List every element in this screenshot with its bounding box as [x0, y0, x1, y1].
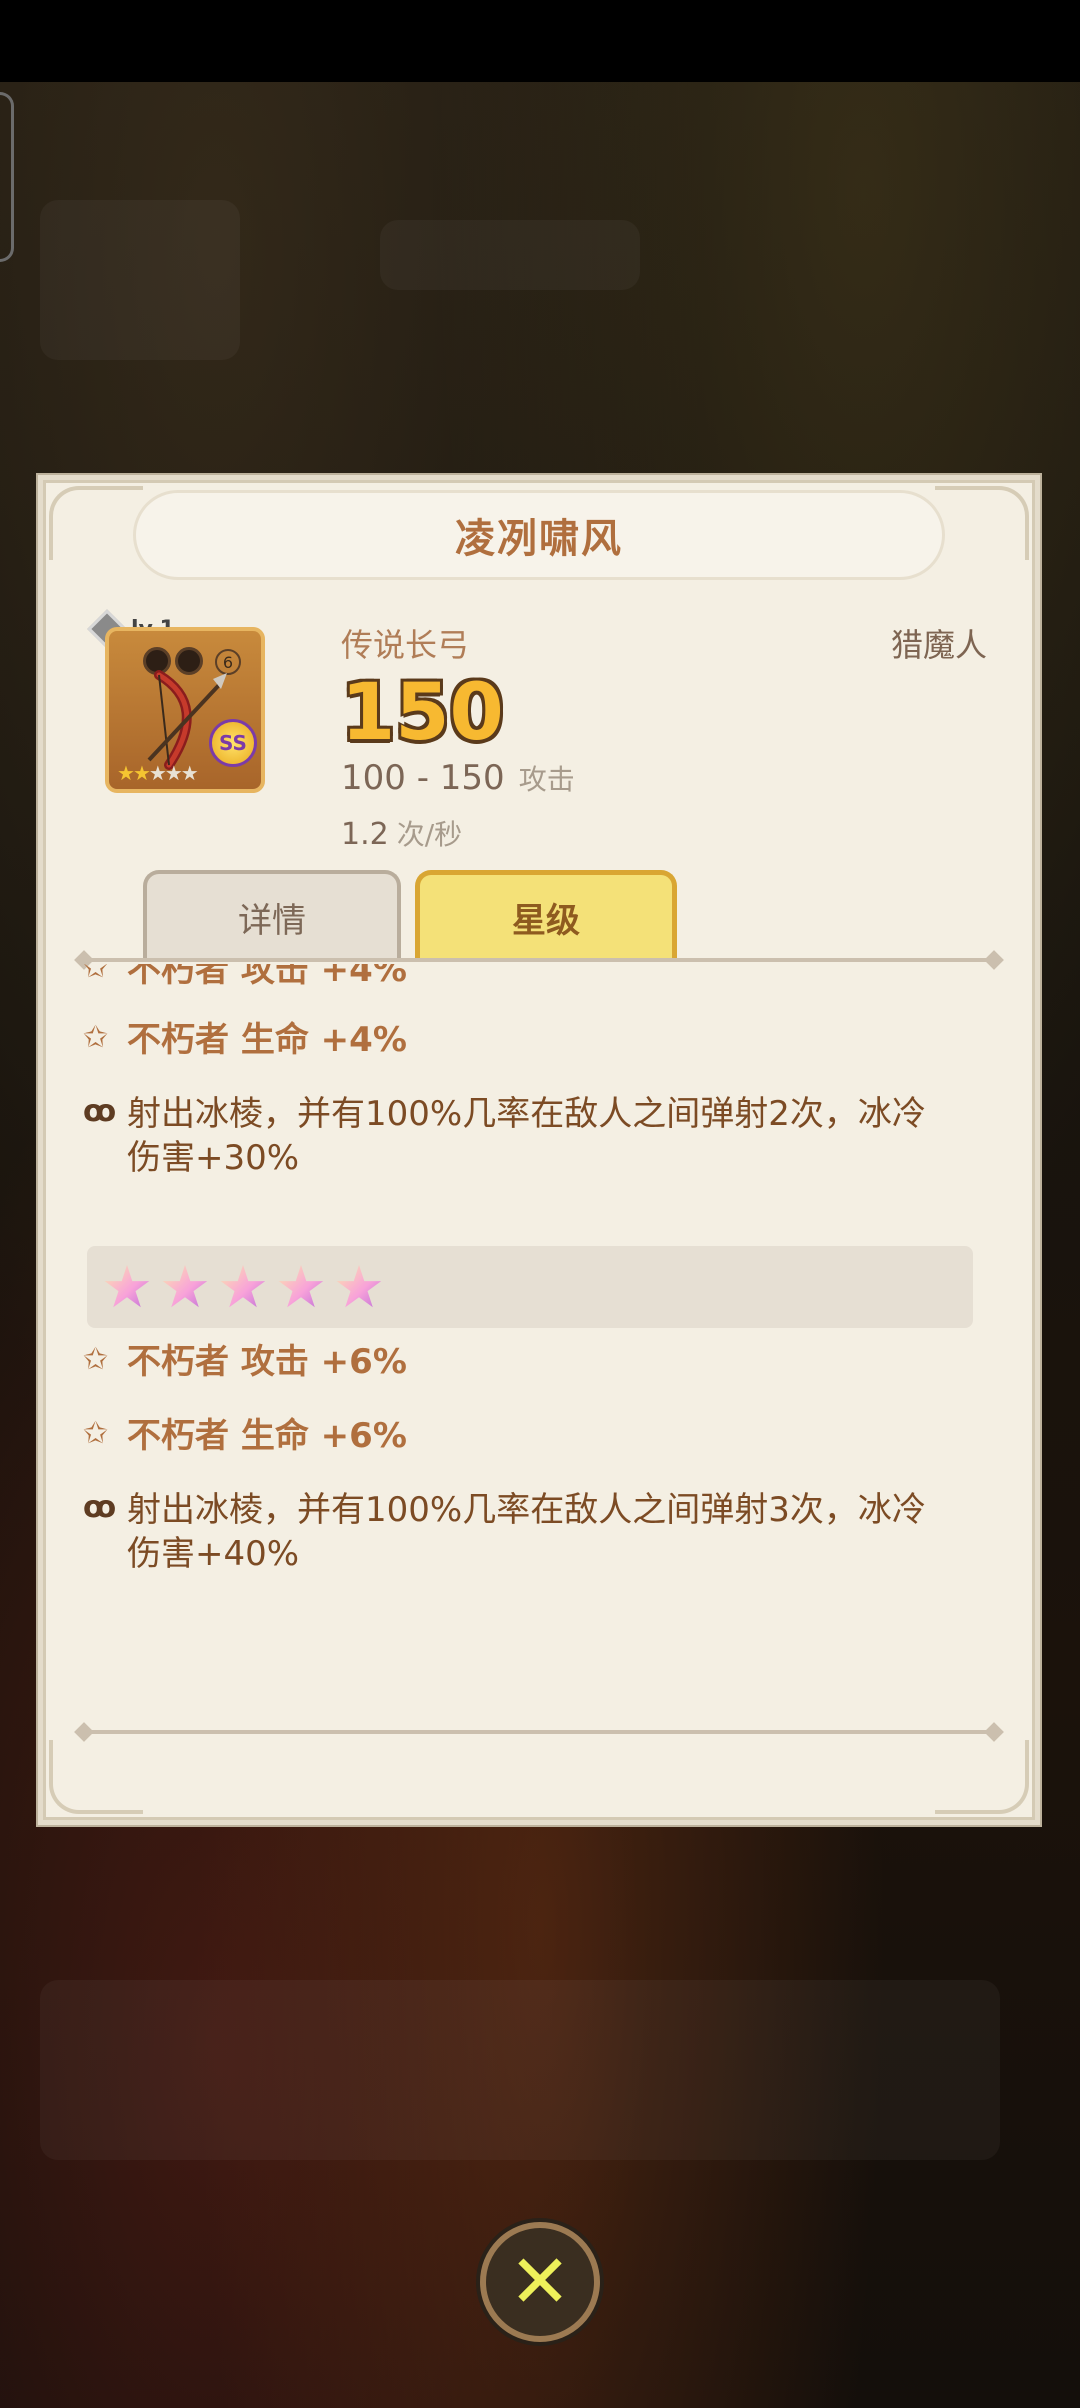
speed-unit: 次/秒: [396, 818, 463, 851]
attack-range: 100 - 150 攻击: [341, 758, 575, 798]
star-outline-icon: ✩: [83, 964, 109, 985]
close-button[interactable]: ✕: [480, 2222, 600, 2342]
rainbow-star-icon: ★: [159, 1253, 211, 1321]
attack-unit: 攻击: [518, 763, 575, 796]
background-blur: [40, 1980, 1000, 2160]
rainbow-star-icon: ★: [101, 1253, 153, 1321]
frame-corner: [935, 1740, 1029, 1814]
tab-stars[interactable]: 星级: [415, 870, 677, 960]
dialog-title: 凌冽啸风: [455, 516, 623, 562]
grade-badge: SS: [209, 719, 257, 767]
speed-value: 1.2: [341, 817, 389, 852]
title-banner: 凌冽啸风: [133, 490, 945, 580]
star-icon: ★: [117, 761, 135, 785]
rainbow-star-icon: ★: [333, 1253, 385, 1321]
list-item: ✩ 不朽者 攻击 +6%: [83, 1340, 995, 1384]
star-outline-icon: ✩: [83, 1020, 109, 1055]
item-class: 猎魔人: [890, 626, 987, 664]
chain-link-icon: ꝏ: [83, 1094, 117, 1129]
item-icon[interactable]: 6 SS ★★★★★: [105, 627, 265, 793]
star-outline-icon: ✩: [83, 1342, 109, 1377]
status-bar: [0, 0, 1080, 82]
frame-corner: [49, 486, 143, 560]
attack-speed: 1.2 次/秒: [341, 813, 462, 853]
divider: [83, 958, 995, 962]
list-item: ✩ 不朽者 攻击 +4%: [83, 964, 995, 992]
list-item: ꝏ 射出冰棱，并有100%几率在敌人之间弹射3次，冰冷伤害+40%: [83, 1488, 995, 1576]
star-tier-header: ★ ★ ★ ★ ★: [87, 1246, 973, 1328]
chain-link-icon: ꝏ: [83, 1490, 117, 1525]
star-bonus-list[interactable]: ✩ 不朽者 攻击 +4% ✩ 不朽者 生命 +4% ꝏ 射出冰棱，并有100%几…: [83, 964, 995, 1634]
bonus-text: 不朽者 攻击 +4%: [127, 964, 407, 990]
list-item: ꝏ 射出冰棱，并有100%几率在敌人之间弹射2次，冰冷伤害+30%: [83, 1092, 995, 1180]
background-blur: [40, 200, 240, 360]
star-icon: ★: [148, 761, 167, 785]
attack-value: 150: [341, 668, 504, 758]
bonus-text: 不朽者 攻击 +6%: [127, 1342, 407, 1382]
close-icon: ✕: [508, 2239, 571, 2325]
star-rating: ★★★★★: [117, 761, 199, 785]
star-icon: ★: [132, 761, 151, 785]
bonus-text: 不朽者 生命 +6%: [127, 1416, 407, 1456]
list-item: ✩ 不朽者 生命 +6%: [83, 1414, 995, 1458]
frame-corner: [935, 486, 1029, 560]
star-icon: ★: [180, 761, 199, 785]
star-icon: ★: [164, 761, 183, 785]
star-outline-icon: ✩: [83, 1416, 109, 1451]
item-type: 传说长弓: [341, 626, 470, 664]
frame-corner: [49, 1740, 143, 1814]
tab-details[interactable]: 详情: [143, 870, 401, 960]
background-blur: [380, 220, 640, 290]
item-detail-dialog: 凌冽啸风 lv.1 6 SS ★★★★★ 传说长弓 猎魔人 150 100 - …: [38, 475, 1040, 1825]
side-handle[interactable]: [0, 92, 14, 262]
bonus-text: 不朽者 生命 +4%: [127, 1020, 407, 1060]
rainbow-star-icon: ★: [275, 1253, 327, 1321]
divider: [83, 1730, 995, 1734]
rainbow-star-icon: ★: [217, 1253, 269, 1321]
attack-range-value: 100 - 150: [341, 758, 505, 798]
list-item: ✩ 不朽者 生命 +4%: [83, 1018, 995, 1062]
skill-text: 射出冰棱，并有100%几率在敌人之间弹射3次，冰冷伤害+40%: [127, 1490, 926, 1574]
skill-text: 射出冰棱，并有100%几率在敌人之间弹射2次，冰冷伤害+30%: [127, 1094, 926, 1178]
